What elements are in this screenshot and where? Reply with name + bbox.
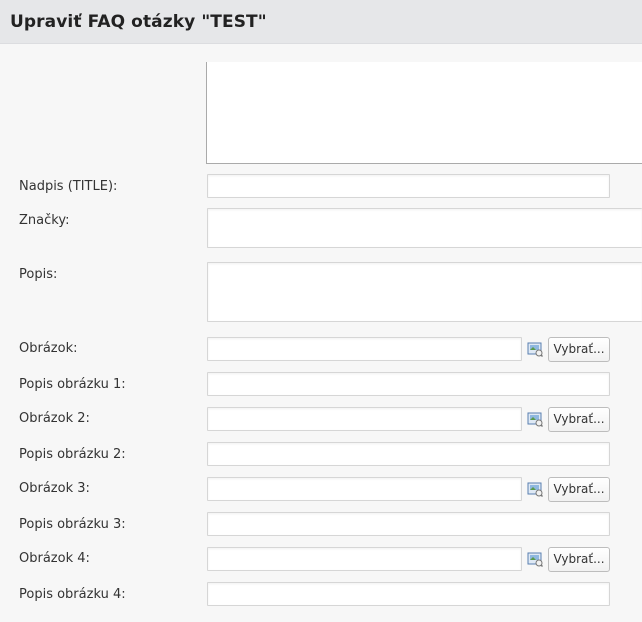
image-browse-icon[interactable]: [527, 481, 543, 497]
content-editor[interactable]: [206, 62, 642, 164]
image-2-label: Obrázok 2:: [19, 411, 90, 426]
image-3-caption-input[interactable]: [207, 512, 610, 536]
description-textarea[interactable]: [207, 262, 642, 322]
image-3-caption-label: Popis obrázku 3:: [19, 517, 126, 532]
title-input[interactable]: [207, 174, 610, 198]
page-header: Upraviť FAQ otázky "TEST": [0, 0, 642, 44]
image-4-caption-label: Popis obrázku 4:: [19, 587, 126, 602]
image-2-input[interactable]: [207, 407, 522, 431]
description-label: Popis:: [19, 267, 58, 282]
image-4-input[interactable]: [207, 547, 522, 571]
image-1-caption-input[interactable]: [207, 372, 610, 396]
image-3-label: Obrázok 3:: [19, 481, 90, 496]
page-title: Upraviť FAQ otázky "TEST": [10, 12, 267, 32]
tags-label: Značky:: [19, 213, 70, 228]
image-browse-icon[interactable]: [527, 551, 543, 567]
image-1-select-button[interactable]: Vybrať...: [548, 337, 610, 362]
image-4-label: Obrázok 4:: [19, 551, 90, 566]
image-1-input[interactable]: [207, 337, 522, 361]
image-3-input[interactable]: [207, 477, 522, 501]
image-browse-icon[interactable]: [527, 341, 543, 357]
image-1-label: Obrázok:: [19, 341, 78, 356]
image-4-caption-input[interactable]: [207, 582, 610, 606]
image-3-select-button[interactable]: Vybrať...: [548, 477, 610, 502]
image-4-select-button[interactable]: Vybrať...: [548, 547, 610, 572]
image-2-select-button[interactable]: Vybrať...: [548, 407, 610, 432]
tags-textarea[interactable]: [207, 208, 642, 248]
title-label: Nadpis (TITLE):: [19, 179, 118, 194]
image-1-caption-label: Popis obrázku 1:: [19, 377, 126, 392]
image-2-caption-input[interactable]: [207, 442, 610, 466]
image-2-caption-label: Popis obrázku 2:: [19, 447, 126, 462]
image-browse-icon[interactable]: [527, 411, 543, 427]
